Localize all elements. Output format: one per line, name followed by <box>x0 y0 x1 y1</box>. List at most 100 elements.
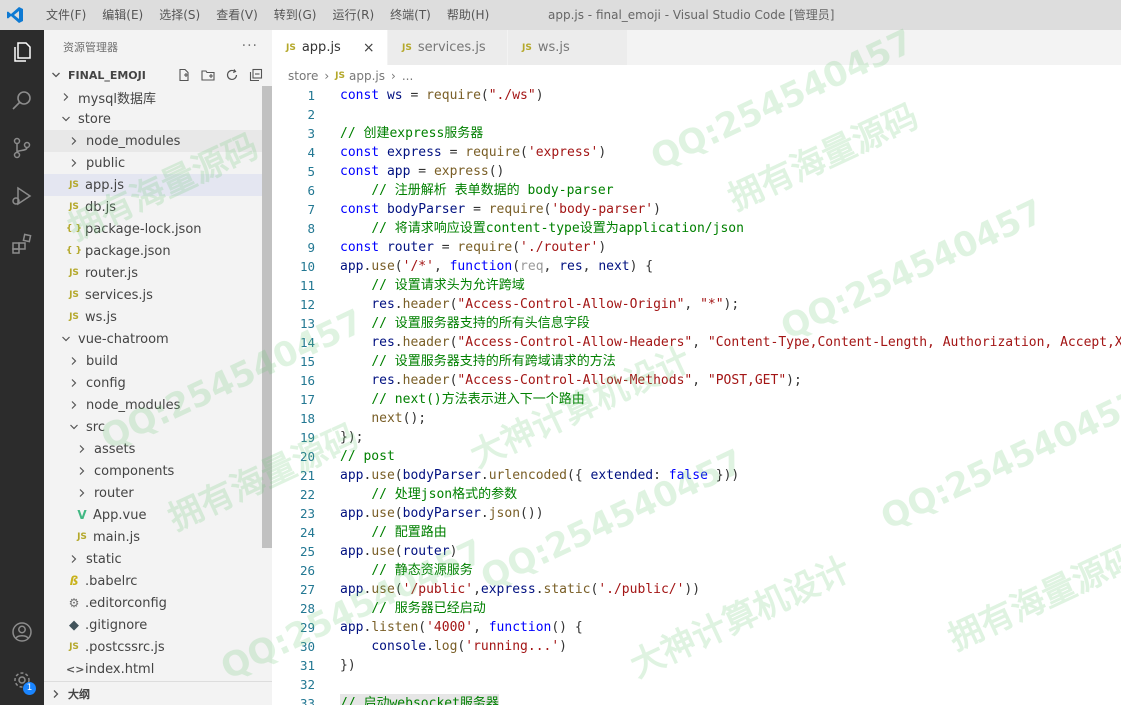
menu-item[interactable]: 转到(G) <box>266 0 325 30</box>
menu-item[interactable]: 编辑(E) <box>94 0 151 30</box>
source-control-icon[interactable] <box>0 126 44 170</box>
sidebar-scrollbar[interactable] <box>262 86 272 548</box>
new-folder-icon[interactable] <box>200 67 216 83</box>
tree-folder[interactable]: build <box>44 350 272 372</box>
code-token: require <box>465 145 521 160</box>
code-token: use <box>371 506 395 521</box>
tree-file[interactable]: ⚙ .editorconfig <box>44 592 272 614</box>
tree-folder[interactable]: node_modules <box>44 130 272 152</box>
tree-file[interactable]: JS app.js <box>44 174 272 196</box>
tree-folder[interactable]: router <box>44 482 272 504</box>
editor-tab[interactable]: JS ws.js <box>508 30 628 65</box>
code-editor[interactable]: 1 const ws = require("./ws") 2 3// 创建expres… <box>272 86 1121 705</box>
code-token: , <box>543 259 560 274</box>
vscode-logo-icon <box>0 0 30 30</box>
code-text: app.use('/*', function(req, res, next) { <box>340 257 653 276</box>
code-token: header <box>402 335 450 350</box>
tree-file[interactable]: JS db.js <box>44 196 272 218</box>
tab-label: app.js <box>301 40 341 55</box>
files-icon[interactable] <box>0 30 44 74</box>
code-token: ( <box>394 506 403 521</box>
more-actions-button[interactable]: ··· <box>242 38 258 54</box>
tree-folder[interactable]: mysql数据库 <box>44 86 272 108</box>
tree-item-label: .gitignore <box>85 617 148 633</box>
code-token: ( <box>394 544 403 559</box>
code-token: . <box>394 373 403 388</box>
tree-folder[interactable]: assets <box>44 438 272 460</box>
code-token: const <box>340 240 380 255</box>
tree-file[interactable]: JS services.js <box>44 284 272 306</box>
new-file-icon[interactable] <box>176 67 192 83</box>
search-icon[interactable] <box>0 78 44 122</box>
line-number: 31 <box>299 658 315 673</box>
chevron-right-icon: › <box>391 69 396 83</box>
tree-item-label: store <box>78 111 111 127</box>
tree-file[interactable]: ◆ .gitignore <box>44 614 272 636</box>
line-number: 12 <box>299 297 315 312</box>
menu-item[interactable]: 选择(S) <box>151 0 208 30</box>
code-token: ({ <box>567 468 591 483</box>
line-number: 9 <box>307 240 315 255</box>
breadcrumb-file[interactable]: app.js <box>349 69 385 83</box>
extensions-icon[interactable] <box>0 222 44 266</box>
tree-folder[interactable]: store <box>44 108 272 130</box>
tree-folder[interactable]: public <box>44 152 272 174</box>
collapse-all-icon[interactable] <box>248 67 264 83</box>
tree-file[interactable]: JS router.js <box>44 262 272 284</box>
tree-folder[interactable]: components <box>44 460 272 482</box>
code-token: express <box>433 164 489 179</box>
code-line: 19}); <box>272 428 1121 447</box>
tree-file[interactable]: ß .babelrc <box>44 570 272 592</box>
outline-section[interactable]: 大纲 <box>44 681 272 705</box>
run-debug-icon[interactable] <box>0 174 44 218</box>
tree-folder[interactable]: vue-chatroom <box>44 328 272 350</box>
code-line: 25 app.use(router) <box>272 542 1121 561</box>
code-token: ) { <box>629 259 654 274</box>
tree-folder[interactable]: static <box>44 548 272 570</box>
refresh-icon[interactable] <box>224 67 240 83</box>
line-number: 28 <box>299 601 315 616</box>
tree-folder[interactable]: src <box>44 416 272 438</box>
code-token: './public/' <box>598 582 685 597</box>
code-line: 21 app.use(bodyParser.urlencoded({ extend… <box>272 466 1121 485</box>
tree-file[interactable]: { } package-lock.json <box>44 218 272 240</box>
code-line: 22 // 处理json格式的参数 <box>272 485 1121 504</box>
menu-item[interactable]: 运行(R) <box>324 0 382 30</box>
manage-gear-icon[interactable]: 1 <box>0 658 44 702</box>
account-icon[interactable] <box>0 610 44 654</box>
breadcrumb-folder[interactable]: store <box>288 69 318 83</box>
workspace-root[interactable]: FINAL_EMOJI <box>44 64 272 86</box>
js-file-icon: JS <box>69 312 79 322</box>
tree-file[interactable]: JS ws.js <box>44 306 272 328</box>
tree-file[interactable]: V App.vue <box>44 504 272 526</box>
tree-file[interactable]: { } package.json <box>44 240 272 262</box>
code-token: "./ws" <box>488 88 536 103</box>
code-text: app.listen('4000', function() { <box>340 618 583 637</box>
code-line: 11 // 设置请求头为允许跨域 <box>272 276 1121 295</box>
code-token: . <box>535 582 544 597</box>
tree-folder[interactable]: node_modules <box>44 394 272 416</box>
code-token: console <box>371 639 427 654</box>
tree-file[interactable]: <> index.html <box>44 658 272 680</box>
editor-tab[interactable]: JS services.js <box>388 30 508 65</box>
code-token: , <box>692 373 708 388</box>
code-token: , <box>433 259 450 274</box>
code-text: // 将请求响应设置content-type设置为application/jso… <box>340 219 744 238</box>
tree-file[interactable]: JS main.js <box>44 526 272 548</box>
breadcrumb-symbol[interactable]: ... <box>402 69 413 83</box>
tree-folder[interactable]: config <box>44 372 272 394</box>
code-token: . <box>480 468 489 483</box>
menu-item[interactable]: 文件(F) <box>38 0 94 30</box>
menu-item[interactable]: 帮助(H) <box>439 0 497 30</box>
code-text: const ws = require("./ws") <box>340 86 544 105</box>
menu-item[interactable]: 查看(V) <box>208 0 266 30</box>
line-number: 16 <box>299 373 315 388</box>
close-icon[interactable]: × <box>363 40 375 56</box>
tree-file[interactable]: JS .postcssrc.js <box>44 636 272 658</box>
menu-item[interactable]: 终端(T) <box>382 0 439 30</box>
editor-tab[interactable]: JS app.js × <box>272 30 388 65</box>
tree-item-label: static <box>86 551 122 567</box>
code-line: 20 // post <box>272 447 1121 466</box>
tree-item-label: .editorconfig <box>85 595 167 611</box>
